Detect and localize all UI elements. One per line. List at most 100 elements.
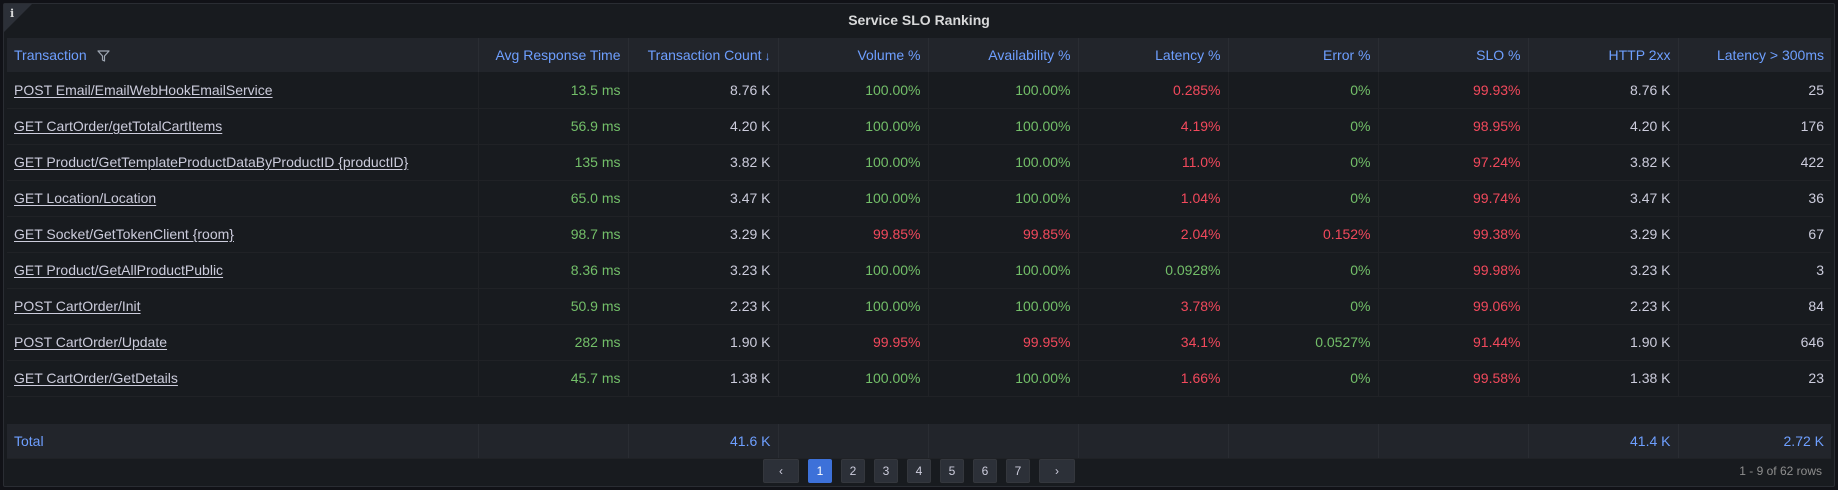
cell-availability: 100.00% — [928, 72, 1079, 109]
table-row: GET Product/GetTemplateProductDataByProd… — [7, 144, 1831, 181]
header-avg-response-time[interactable]: Avg Response Time — [478, 38, 629, 72]
cell-latency: 2.04% — [1078, 216, 1229, 253]
total-transaction-count: 41.6 K — [628, 424, 779, 459]
transaction-link[interactable]: GET CartOrder/getTotalCartItems — [14, 118, 222, 134]
page-button-6[interactable]: 6 — [973, 459, 997, 483]
cell-transaction: POST Email/EmailWebHookEmailService — [7, 72, 479, 109]
cell-error: 0% — [1228, 288, 1379, 325]
cell-availability: 100.00% — [928, 288, 1079, 325]
cell-latency: 0.285% — [1078, 72, 1229, 109]
cell-latency: 1.04% — [1078, 180, 1229, 217]
cell-transaction-count: 3.47 K — [628, 180, 779, 217]
spacer-cell — [1678, 396, 1831, 424]
spacer-cell — [1378, 396, 1528, 424]
cell-http-2xx: 1.38 K — [1528, 360, 1679, 397]
cell-slo: 99.74% — [1378, 180, 1529, 217]
table-body: POST Email/EmailWebHookEmailService 13.5 … — [7, 72, 1831, 459]
transaction-link[interactable]: POST CartOrder/Init — [14, 298, 141, 314]
cell-latency-over-300ms: 25 — [1678, 72, 1831, 109]
table-row: POST Email/EmailWebHookEmailService 13.5 … — [7, 72, 1831, 109]
table-row: GET Product/GetAllProductPublic 8.36 ms 3.… — [7, 252, 1831, 289]
cell-slo: 98.95% — [1378, 108, 1529, 145]
cell-error: 0.152% — [1228, 216, 1379, 253]
header-error[interactable]: Error % — [1228, 38, 1379, 72]
cell-avg-response-time: 65.0 ms — [478, 180, 629, 217]
transaction-link[interactable]: GET Product/GetTemplateProductDataByProd… — [14, 154, 408, 170]
cell-transaction-count: 3.29 K — [628, 216, 779, 253]
slo-ranking-panel: i Service SLO Ranking Transaction Avg Re… — [3, 3, 1835, 487]
transaction-link[interactable]: GET Socket/GetTokenClient {room} — [14, 226, 234, 242]
header-transaction[interactable]: Transaction — [7, 38, 479, 72]
cell-volume: 100.00% — [778, 108, 929, 145]
next-page-button[interactable]: › — [1039, 459, 1075, 483]
cell-http-2xx: 2.23 K — [1528, 288, 1679, 325]
cell-avg-response-time: 8.36 ms — [478, 252, 629, 289]
total-availability — [928, 424, 1079, 459]
cell-http-2xx: 3.29 K — [1528, 216, 1679, 253]
transaction-link[interactable]: POST CartOrder/Update — [14, 334, 167, 350]
page-button-5[interactable]: 5 — [940, 459, 964, 483]
header-slo[interactable]: SLO % — [1378, 38, 1529, 72]
table-row: GET Location/Location 65.0 ms 3.47 K 100.00… — [7, 180, 1831, 217]
transaction-link[interactable]: GET Location/Location — [14, 190, 156, 206]
header-transaction-count[interactable]: Transaction Count ↓ — [628, 38, 779, 72]
total-slo — [1378, 424, 1529, 459]
header-volume[interactable]: Volume % — [778, 38, 929, 72]
cell-slo: 99.06% — [1378, 288, 1529, 325]
table-row: POST CartOrder/Init 50.9 ms 2.23 K 100.00% 1… — [7, 288, 1831, 325]
cell-slo: 99.93% — [1378, 72, 1529, 109]
header-label: Transaction — [14, 47, 87, 63]
cell-volume: 99.95% — [778, 324, 929, 361]
transaction-link[interactable]: GET CartOrder/GetDetails — [14, 370, 178, 386]
cell-avg-response-time: 98.7 ms — [478, 216, 629, 253]
header-latency-over-300ms[interactable]: Latency > 300ms — [1678, 38, 1831, 72]
cell-http-2xx: 3.82 K — [1528, 144, 1679, 181]
header-availability[interactable]: Availability % — [928, 38, 1079, 72]
header-latency[interactable]: Latency % — [1078, 38, 1229, 72]
sort-descending-icon: ↓ — [764, 49, 771, 63]
cell-avg-response-time: 56.9 ms — [478, 108, 629, 145]
cell-avg-response-time: 282 ms — [478, 324, 629, 361]
header-http-2xx[interactable]: HTTP 2xx — [1528, 38, 1679, 72]
cell-slo: 97.24% — [1378, 144, 1529, 181]
cell-latency: 1.66% — [1078, 360, 1229, 397]
total-row: Total 41.6 K 41.4 K 2.72 K — [7, 424, 1831, 459]
cell-http-2xx: 1.90 K — [1528, 324, 1679, 361]
page-button-1[interactable]: 1 — [808, 459, 832, 483]
cell-transaction-count: 1.90 K — [628, 324, 779, 361]
cell-transaction-count: 3.23 K — [628, 252, 779, 289]
cell-latency-over-300ms: 3 — [1678, 252, 1831, 289]
prev-page-button[interactable]: ‹ — [763, 459, 799, 483]
cell-http-2xx: 8.76 K — [1528, 72, 1679, 109]
spacer-cell — [928, 396, 1078, 424]
page-button-2[interactable]: 2 — [841, 459, 865, 483]
cell-latency-over-300ms: 176 — [1678, 108, 1831, 145]
cell-latency-over-300ms: 67 — [1678, 216, 1831, 253]
cell-latency-over-300ms: 36 — [1678, 180, 1831, 217]
cell-transaction-count: 3.82 K — [628, 144, 779, 181]
cell-volume: 100.00% — [778, 72, 929, 109]
page-button-4[interactable]: 4 — [907, 459, 931, 483]
cell-availability: 100.00% — [928, 108, 1079, 145]
page-button-3[interactable]: 3 — [874, 459, 898, 483]
slo-table: Transaction Avg Response Time Transactio… — [7, 38, 1831, 459]
cell-avg-response-time: 50.9 ms — [478, 288, 629, 325]
pagination: ‹ 1234567 › — [4, 459, 1834, 483]
cell-transaction: GET Product/GetAllProductPublic — [7, 252, 479, 289]
transaction-link[interactable]: POST Email/EmailWebHookEmailService — [14, 82, 273, 98]
cell-error: 0% — [1228, 144, 1379, 181]
spacer-cell — [7, 396, 478, 424]
cell-error: 0% — [1228, 72, 1379, 109]
page-button-7[interactable]: 7 — [1006, 459, 1030, 483]
filter-icon[interactable] — [96, 50, 110, 62]
rows-info: 1 - 9 of 62 rows — [1739, 464, 1822, 478]
total-latency — [1078, 424, 1229, 459]
cell-latency: 0.0928% — [1078, 252, 1229, 289]
transaction-link[interactable]: GET Product/GetAllProductPublic — [14, 262, 223, 278]
cell-avg-response-time: 135 ms — [478, 144, 629, 181]
spacer-row — [7, 396, 1831, 424]
panel-title: Service SLO Ranking — [848, 12, 990, 28]
spacer-cell — [1228, 396, 1378, 424]
cell-avg-response-time: 13.5 ms — [478, 72, 629, 109]
cell-volume: 100.00% — [778, 180, 929, 217]
